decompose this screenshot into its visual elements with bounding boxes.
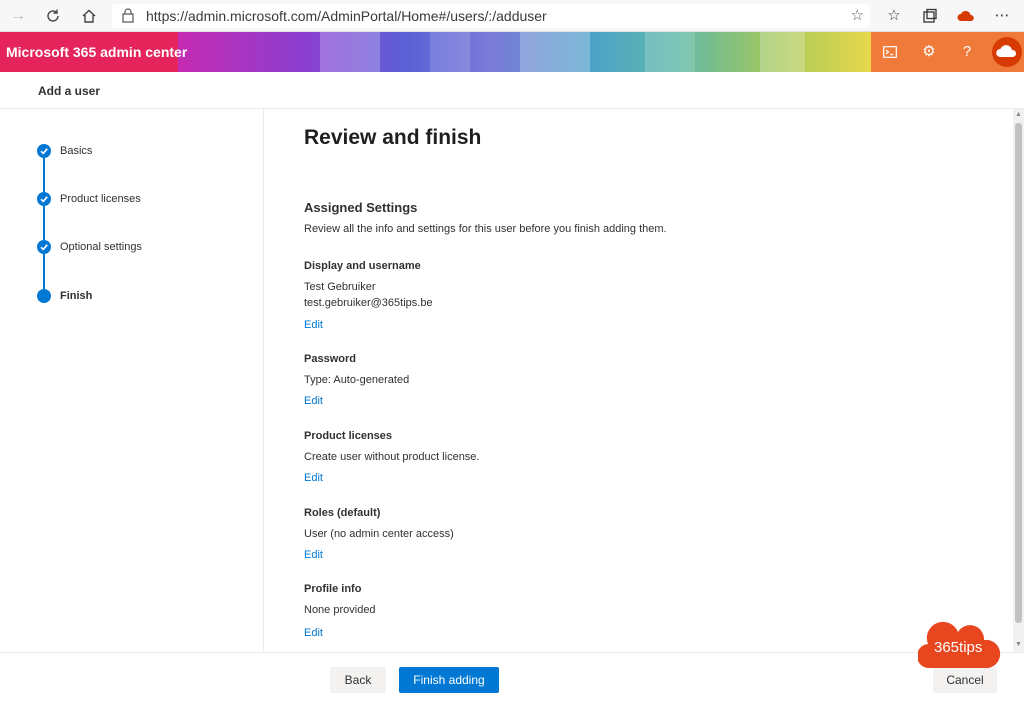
section-description: Review all the info and settings for thi… (304, 223, 667, 235)
checkmark-icon (40, 196, 48, 203)
finish-adding-button[interactable]: Finish adding (399, 667, 499, 693)
more-icon[interactable]: ⋯ (992, 6, 1012, 26)
panel-header: Add a user (0, 72, 1024, 109)
step-current-indicator (37, 289, 51, 303)
checkmark-icon (40, 148, 48, 155)
group-title: Password (304, 353, 356, 365)
group-title: Roles (default) (304, 507, 381, 519)
checkmark-icon (40, 244, 48, 251)
vertical-scrollbar[interactable]: ▲ ▼ (1013, 109, 1024, 652)
step-completed-indicator (37, 144, 51, 158)
collections-icon[interactable] (920, 6, 940, 26)
back-arrow-icon[interactable]: → (8, 6, 28, 26)
step-finish[interactable]: Finish (60, 290, 92, 302)
edit-display-link[interactable]: Edit (304, 318, 323, 332)
group-value: User (no admin center access) (304, 528, 454, 540)
step-optional-settings[interactable]: Optional settings (60, 241, 142, 253)
step-product-licenses[interactable]: Product licenses (60, 193, 141, 205)
wizard-footer: Back Finish adding Cancel (0, 652, 1024, 704)
edit-licenses-link[interactable]: Edit (304, 471, 323, 485)
home-icon[interactable] (79, 6, 99, 26)
wizard-stepper: Basics Product licenses Optional setting… (0, 109, 264, 652)
main-content: Review and finish Assigned Settings Revi… (265, 109, 1013, 652)
cancel-button[interactable]: Cancel (933, 667, 997, 693)
group-title: Profile info (304, 583, 362, 595)
watermark-text: 365tips (934, 639, 983, 656)
gear-icon[interactable]: ⚙ (919, 42, 939, 62)
summary-group-profile: Profile info None provided Edit (304, 582, 376, 641)
step-completed-indicator (37, 240, 51, 254)
browser-toolbar: → https://admin.microsoft.com/AdminPorta… (0, 0, 1024, 32)
favorites-icon[interactable]: ☆ (884, 6, 904, 26)
group-title: Display and username (304, 260, 421, 272)
section-title: Assigned Settings (304, 200, 418, 215)
avatar[interactable] (992, 37, 1022, 67)
app-title[interactable]: Microsoft 365 admin center (0, 32, 187, 72)
cloud-icon[interactable] (956, 6, 976, 26)
group-value: test.gebruiker@365tips.be (304, 297, 433, 309)
panel-title: Add a user (38, 84, 101, 98)
summary-group-password: Password Type: Auto-generated Edit (304, 352, 409, 409)
page-title: Review and finish (304, 126, 482, 149)
group-value: Type: Auto-generated (304, 374, 410, 386)
address-bar-url: https://admin.microsoft.com/AdminPortal/… (146, 8, 547, 24)
summary-group-roles: Roles (default) User (no admin center ac… (304, 506, 454, 563)
refresh-icon[interactable] (43, 6, 63, 26)
edit-roles-link[interactable]: Edit (304, 548, 323, 562)
group-value: None provided (304, 604, 376, 616)
watermark-logo: 365tips (918, 614, 1006, 670)
step-basics[interactable]: Basics (60, 145, 92, 157)
scroll-down-icon[interactable]: ▼ (1014, 641, 1023, 649)
app-header: Microsoft 365 admin center ⚙ ? (0, 32, 1024, 72)
group-title: Product licenses (304, 430, 393, 442)
step-connector (43, 158, 45, 192)
address-bar[interactable]: https://admin.microsoft.com/AdminPortal/… (112, 4, 870, 28)
lock-icon (122, 8, 136, 24)
step-connector (43, 206, 45, 240)
edit-password-link[interactable]: Edit (304, 394, 323, 408)
favorite-star-icon[interactable]: ☆ (851, 6, 864, 24)
edit-profile-link[interactable]: Edit (304, 626, 323, 640)
group-value: Test Gebruiker (304, 281, 376, 293)
summary-group-licenses: Product licenses Create user without pro… (304, 429, 479, 486)
summary-group-display: Display and username Test Gebruiker test… (304, 259, 433, 333)
scrollbar-thumb[interactable] (1015, 123, 1022, 623)
step-connector (43, 254, 45, 289)
back-button[interactable]: Back (330, 667, 386, 693)
terminal-icon[interactable] (880, 42, 900, 62)
step-completed-indicator (37, 192, 51, 206)
scroll-up-icon[interactable]: ▲ (1014, 111, 1023, 119)
help-icon[interactable]: ? (957, 42, 977, 62)
group-value: Create user without product license. (304, 451, 480, 463)
